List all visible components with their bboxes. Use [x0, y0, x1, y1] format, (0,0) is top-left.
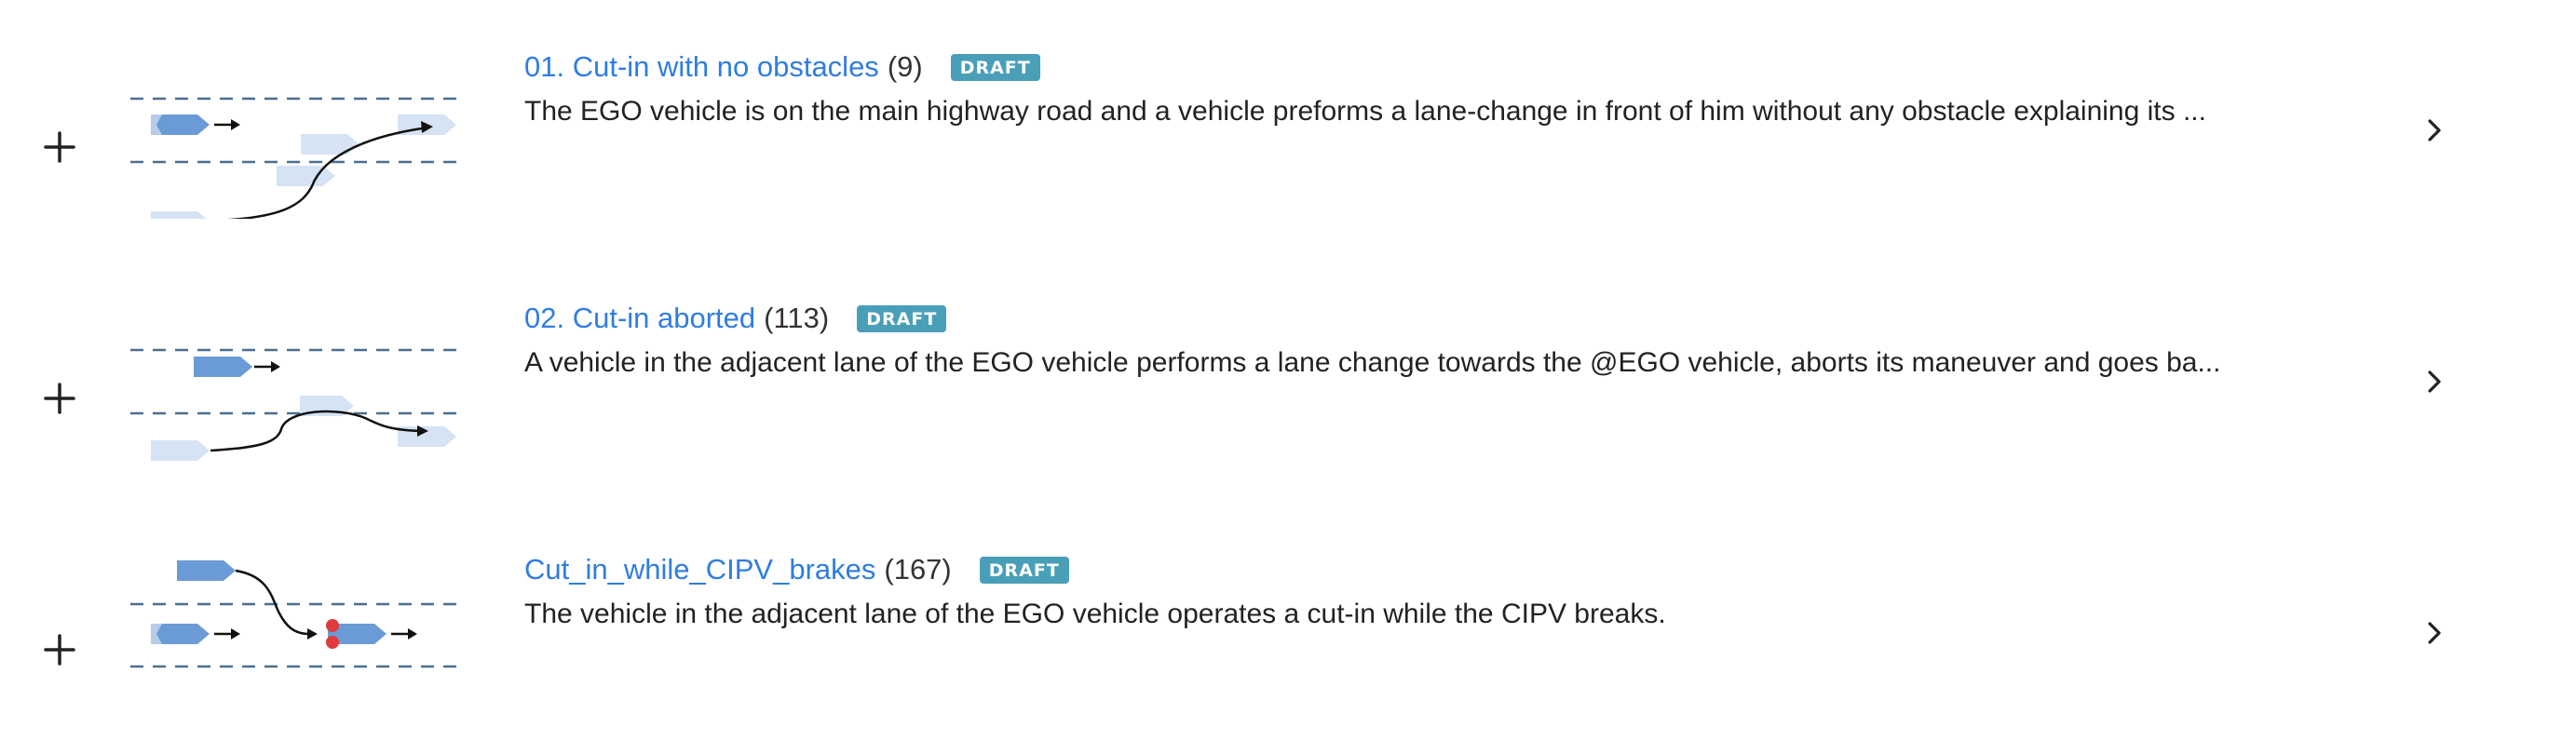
trajectory-arrow	[235, 569, 310, 636]
scenario-title-link[interactable]: Cut_in_while_CIPV_brakes	[524, 553, 875, 586]
status-badge: DRAFT	[857, 304, 947, 332]
scenario-count: (113)	[764, 302, 830, 334]
open-scenario-button[interactable]	[2418, 365, 2451, 398]
chevron-right-icon	[2428, 622, 2441, 644]
open-scenario-button[interactable]	[2418, 114, 2451, 147]
brake-light	[326, 636, 339, 649]
scenario-row: Cut_in_while_CIPV_brakes (167) DRAFT The…	[0, 503, 2576, 754]
scenario-thumbnail	[121, 558, 466, 697]
scenario-description: A vehicle in the adjacent lane of the EG…	[524, 347, 2221, 378]
chevron-right-icon	[2428, 119, 2441, 141]
ghost-vehicle	[277, 166, 335, 186]
scenario-thumbnail	[121, 330, 466, 470]
scenario-description: The EGO vehicle is on the main highway r…	[524, 96, 2206, 127]
add-scenario-button[interactable]	[35, 374, 84, 423]
scenario-list: 01. Cut-in with no obstacles (9) DRAFT T…	[0, 0, 2576, 732]
brake-light	[326, 619, 339, 632]
ghost-vehicle	[151, 211, 207, 219]
scenario-title-line: 01. Cut-in with no obstacles (9) DRAFT	[524, 47, 1040, 88]
scenario-title-link[interactable]: 02. Cut-in aborted	[524, 302, 755, 335]
ghost-vehicle	[301, 134, 359, 155]
plus-icon	[44, 131, 75, 163]
chevron-right-icon	[2428, 370, 2441, 393]
scenario-row: 02. Cut-in aborted (113) DRAFT A vehicle…	[0, 251, 2576, 503]
add-scenario-button[interactable]	[35, 626, 84, 674]
scenario-thumbnail	[121, 79, 466, 219]
plus-icon	[44, 383, 75, 414]
ego-vehicle	[194, 357, 252, 377]
scenario-row: 01. Cut-in with no obstacles (9) DRAFT T…	[0, 0, 2576, 251]
scenario-count: (9)	[887, 50, 923, 83]
scenario-title-line: Cut_in_while_CIPV_brakes (167) DRAFT	[524, 549, 1069, 590]
scenario-title-link[interactable]: 01. Cut-in with no obstacles	[524, 50, 879, 84]
ghost-vehicle	[151, 440, 210, 461]
open-scenario-button[interactable]	[2418, 616, 2451, 650]
add-scenario-button[interactable]	[35, 123, 84, 171]
status-badge: DRAFT	[950, 53, 1040, 81]
plus-icon	[44, 634, 75, 666]
trajectory-arrow	[210, 410, 422, 452]
cut-in-vehicle	[177, 560, 236, 581]
status-badge: DRAFT	[979, 556, 1069, 584]
scenario-count: (167)	[884, 553, 952, 586]
scenario-title-line: 02. Cut-in aborted (113) DRAFT	[524, 298, 947, 339]
scenario-description: The vehicle in the adjacent lane of the …	[524, 599, 1666, 629]
